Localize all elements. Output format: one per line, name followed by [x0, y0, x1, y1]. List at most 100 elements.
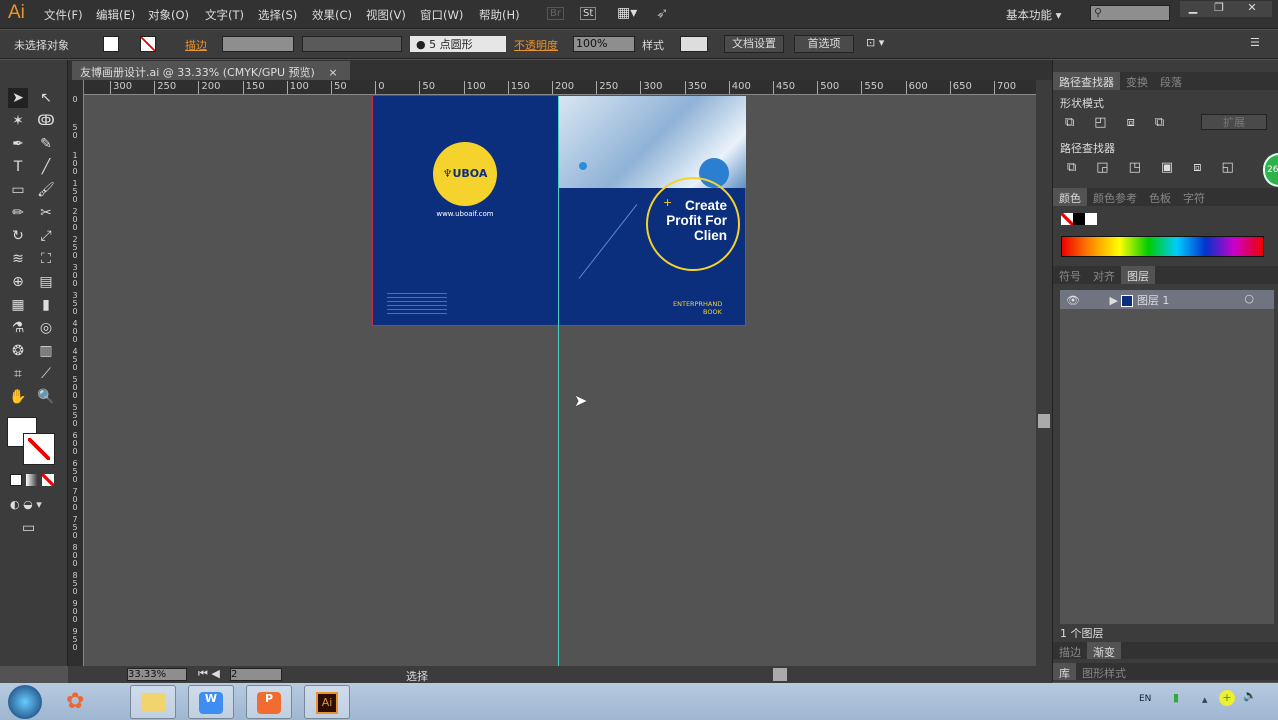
app-launcher-icon[interactable]: ✿ [66, 689, 84, 714]
security-icon[interactable]: + [1219, 690, 1235, 706]
stroke-label[interactable]: 描边 [185, 37, 207, 53]
free-transform-icon[interactable]: ⛶ [36, 249, 56, 269]
current-tool-status[interactable]: 选择 [406, 668, 428, 684]
outline-icon[interactable]: ⧈ [1193, 160, 1201, 175]
warp-tool-icon[interactable]: ≋ [8, 249, 28, 269]
artboard[interactable]: ♆UBOA www.uboaif.com Create Profit For C… [372, 96, 746, 326]
menu-type[interactable]: 文字(T) [205, 7, 244, 23]
volume-icon[interactable]: 🔈 [1243, 689, 1257, 702]
minus-back-icon[interactable]: ◱ [1221, 160, 1233, 175]
taskbar-explorer[interactable] [130, 685, 176, 719]
canvas[interactable]: ♆UBOA www.uboaif.com Create Profit For C… [85, 96, 1036, 666]
rectangle-tool-icon[interactable]: ▭ [8, 180, 28, 200]
visibility-eye-icon[interactable]: 👁 [1066, 294, 1080, 307]
gradient-tool-icon[interactable]: ▮ [36, 295, 56, 315]
tab-libraries[interactable]: 库 [1053, 663, 1076, 680]
tab-gradient[interactable]: 渐变 [1087, 642, 1121, 659]
menu-edit[interactable]: 编辑(E) [96, 7, 135, 23]
artboard-number-field[interactable]: 2 [230, 668, 282, 681]
black-swatch[interactable] [1073, 213, 1085, 225]
minimize-button[interactable]: ▁ [1180, 1, 1206, 17]
minus-front-icon[interactable]: ◰ [1094, 115, 1106, 130]
tab-pathfinder[interactable]: 路径查找器 [1053, 72, 1120, 90]
merge-icon[interactable]: ◳ [1129, 160, 1141, 175]
brush-select[interactable]: ● 5 点圆形 [410, 36, 506, 52]
usb-icon[interactable]: ▮ [1173, 691, 1179, 704]
none-mode-icon[interactable] [42, 474, 54, 486]
tab-paragraph[interactable]: 段落 [1154, 72, 1188, 90]
layer-row[interactable]: 👁 ▶ 图层 1 ○ [1060, 290, 1274, 309]
rotate-tool-icon[interactable]: ↻ [8, 226, 28, 246]
expand-arrow-icon[interactable]: ▶ [1109, 294, 1117, 307]
scale-tool-icon[interactable]: ⤢ [36, 226, 56, 246]
color-spectrum[interactable] [1061, 236, 1264, 257]
paintbrush-icon[interactable]: 🖌 [36, 180, 56, 200]
direct-selection-tool-icon[interactable]: ↖ [36, 88, 56, 108]
workspace-switcher[interactable]: 基本功能 ▾ [1006, 7, 1061, 23]
close-button[interactable]: ✕ [1232, 1, 1272, 17]
arrange-icon[interactable]: ⊡ ▾ [866, 36, 884, 49]
style-select[interactable] [680, 36, 708, 52]
hand-tool-icon[interactable]: ✋ [8, 387, 28, 407]
draw-mode-icon[interactable]: ◐ ◒ ▾ [10, 498, 42, 511]
bridge-button[interactable]: Br [547, 7, 564, 20]
crop-icon[interactable]: ▣ [1161, 160, 1173, 175]
type-tool-icon[interactable]: T [8, 157, 28, 177]
guide-line[interactable] [558, 96, 559, 666]
artboard-tool-icon[interactable]: ⌗ [8, 364, 28, 384]
opacity-label[interactable]: 不透明度 [514, 37, 558, 53]
none-swatch[interactable] [1061, 213, 1073, 225]
zoom-tool-icon[interactable]: 🔍 [36, 387, 56, 407]
trim-icon[interactable]: ◲ [1096, 160, 1108, 175]
curvature-tool-icon[interactable]: ✎ [36, 134, 56, 154]
scissors-icon[interactable]: ✂ [36, 203, 56, 223]
arrange-documents-icon[interactable]: ▦▾ [617, 5, 637, 21]
white-swatch[interactable] [1085, 213, 1097, 225]
fill-swatch[interactable] [103, 36, 119, 52]
tab-transform[interactable]: 变换 [1120, 72, 1154, 90]
eyedropper-icon[interactable]: ⚗ [8, 318, 28, 338]
document-setup-button[interactable]: 文档设置 [724, 35, 784, 53]
menu-help[interactable]: 帮助(H) [479, 7, 520, 23]
lasso-icon[interactable]: ↂ [36, 111, 56, 131]
perspective-grid-icon[interactable]: ▤ [36, 272, 56, 292]
show-hidden-icons[interactable]: ▴ [1202, 693, 1208, 706]
document-tab[interactable]: 友博画册设计.ai @ 33.33% (CMYK/GPU 预览) × [72, 61, 350, 80]
gpu-rocket-icon[interactable]: ➶ [656, 4, 669, 22]
first-artboard-icon[interactable]: ⏮ ◀ [198, 667, 220, 681]
tab-layers[interactable]: 图层 [1121, 266, 1155, 284]
gradient-mode-icon[interactable] [26, 474, 38, 486]
pen-tool-icon[interactable]: ✒ [8, 134, 28, 154]
taskbar-wps-writer[interactable]: W [188, 685, 234, 719]
selection-tool-icon[interactable]: ➤ [8, 88, 28, 108]
menu-file[interactable]: 文件(F) [44, 7, 83, 23]
restore-button[interactable]: ❐ [1206, 1, 1232, 17]
stroke-swatch[interactable] [140, 36, 156, 52]
start-button[interactable] [8, 685, 42, 719]
menu-select[interactable]: 选择(S) [258, 7, 297, 23]
stock-button[interactable]: St [580, 7, 597, 20]
divide-icon[interactable]: ⧉ [1067, 160, 1076, 175]
line-tool-icon[interactable]: ╱ [36, 157, 56, 177]
close-tab-button[interactable]: × [328, 66, 337, 79]
layer-name[interactable]: 图层 1 [1137, 294, 1170, 307]
vertical-scrollbar[interactable] [1036, 80, 1052, 666]
taskbar-wps-presentation[interactable]: P [246, 685, 292, 719]
intersect-icon[interactable]: ⧈ [1127, 115, 1135, 130]
screen-mode-icon[interactable]: ▭ [22, 520, 35, 536]
stroke-color-box[interactable] [23, 433, 55, 465]
tab-color-guide[interactable]: 颜色参考 [1087, 188, 1143, 206]
pencil-icon[interactable]: ✏ [8, 203, 28, 223]
menu-window[interactable]: 窗口(W) [420, 7, 463, 23]
slice-tool-icon[interactable]: ⟋ [36, 364, 56, 384]
exclude-icon[interactable]: ⧉ [1155, 115, 1164, 130]
horizontal-scroll-thumb[interactable] [773, 668, 787, 681]
panel-menu-icon[interactable]: ☰ [1250, 36, 1260, 49]
opacity-field[interactable]: 100% [573, 36, 635, 52]
preferences-button[interactable]: 首选项 [794, 35, 854, 53]
mesh-tool-icon[interactable]: ▦ [8, 295, 28, 315]
graph-tool-icon[interactable]: ▥ [36, 341, 56, 361]
symbol-sprayer-icon[interactable]: ❂ [8, 341, 28, 361]
blend-tool-icon[interactable]: ◎ [36, 318, 56, 338]
color-mode-icon[interactable] [10, 474, 22, 486]
